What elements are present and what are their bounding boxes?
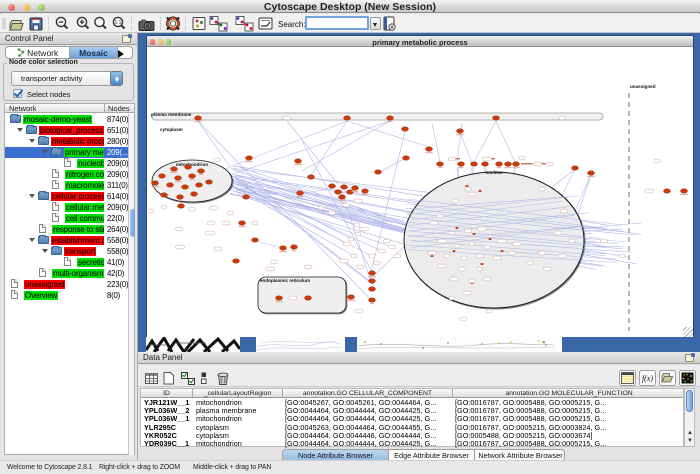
svg-text:unassigned: unassigned [630, 84, 656, 89]
svg-text:1:1: 1:1 [115, 20, 122, 26]
svg-text:mitochondrion: mitochondrion [176, 162, 208, 167]
svg-text:nucleus: nucleus [485, 170, 503, 175]
svg-text:endoplasmic reticulum: endoplasmic reticulum [260, 278, 310, 283]
svg-text:cytoplasm: cytoplasm [160, 127, 183, 132]
svg-text:plasma membrane: plasma membrane [151, 112, 192, 117]
svg-text:f(x): f(x) [642, 374, 653, 383]
